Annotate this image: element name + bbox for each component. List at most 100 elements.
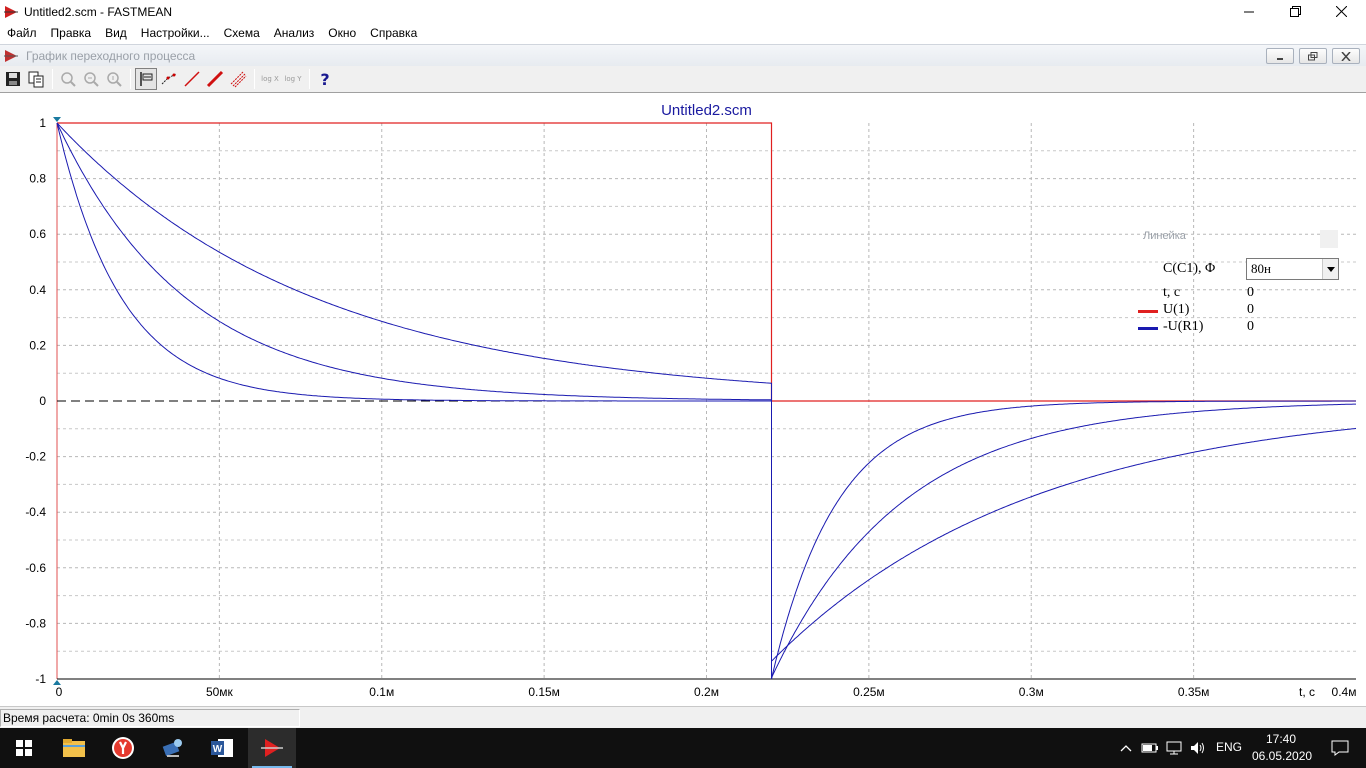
- y-tick-label: -0.8: [25, 616, 46, 630]
- speaker-icon: [1191, 742, 1204, 754]
- cursor-marker-top: [53, 117, 61, 122]
- save-button[interactable]: [2, 68, 24, 90]
- minimize-button[interactable]: [1226, 0, 1272, 23]
- x-tick-label: 0.3м: [1019, 685, 1044, 699]
- points-button[interactable]: [158, 68, 180, 90]
- window-title: Untitled2.scm - FASTMEAN: [24, 4, 173, 19]
- x-tick-label: 50мк: [206, 685, 234, 699]
- close-button[interactable]: [1318, 0, 1364, 23]
- menu-settings[interactable]: Настройки...: [134, 23, 217, 43]
- y-tick-label: 0: [39, 394, 46, 408]
- y-tick-label: -0.4: [25, 505, 46, 519]
- ruler-close-button[interactable]: [1320, 230, 1338, 248]
- menu-bar: Файл Правка Вид Настройки... Схема Анали…: [0, 23, 1366, 43]
- x-tick-label: 0.25м: [853, 685, 885, 699]
- param-value-select[interactable]: 80н: [1246, 258, 1339, 280]
- toolbar-separator: [52, 69, 53, 89]
- log-x-button[interactable]: log X: [259, 68, 281, 90]
- menu-scheme[interactable]: Схема: [217, 23, 267, 43]
- magnifier-icon: [61, 72, 76, 87]
- fastmean-app-icon: [261, 739, 283, 757]
- folder-icon: [63, 739, 85, 757]
- menu-help[interactable]: Справка: [363, 23, 424, 43]
- battery-icon: [1141, 743, 1158, 753]
- zoom-out-button[interactable]: [103, 68, 125, 90]
- help-button[interactable]: ?: [314, 68, 336, 90]
- toolbar-separator: [309, 69, 310, 89]
- fastmean-child-icon: [4, 49, 18, 62]
- x-tick-label: 0: [56, 685, 63, 699]
- menu-window[interactable]: Окно: [321, 23, 363, 43]
- menu-edit[interactable]: Правка: [44, 23, 99, 43]
- yandex-browser-button[interactable]: [99, 728, 147, 768]
- notifications-button[interactable]: [1316, 728, 1364, 768]
- tick-labels: 0 50мк 0.1м 0.15м 0.2м 0.25м 0.3м 0.35м 0.4м 1 0.8…: [25, 116, 1356, 699]
- language-indicator[interactable]: ENG: [1216, 740, 1242, 754]
- menu-file[interactable]: Файл: [0, 23, 44, 43]
- zoom-button[interactable]: [57, 68, 79, 90]
- x-tick-label: 0.35м: [1178, 685, 1210, 699]
- child-minimize-button[interactable]: [1266, 48, 1294, 64]
- close-icon: [1341, 51, 1351, 61]
- volume-tray-button[interactable]: [1186, 728, 1210, 768]
- ruler-title: Линейка: [1143, 230, 1186, 242]
- word-icon: W: [211, 739, 233, 757]
- ruler-button[interactable]: [135, 68, 157, 90]
- line-button[interactable]: [181, 68, 203, 90]
- word-button[interactable]: W: [198, 728, 246, 768]
- ruler-row-label: t, c: [1163, 285, 1181, 300]
- y-tick-label: -1: [35, 672, 46, 686]
- chevron-down-icon: [1322, 259, 1338, 279]
- x-tick-label: 0.4м: [1332, 685, 1357, 699]
- copy-icon: [28, 71, 44, 88]
- ruler-row-value: 0: [1247, 319, 1254, 334]
- network-app-button[interactable]: [149, 728, 197, 768]
- start-button[interactable]: [0, 728, 48, 768]
- ruler-icon: [140, 72, 153, 86]
- multi-line-button[interactable]: [227, 68, 249, 90]
- restore-icon: [1289, 6, 1301, 17]
- ruler-param-label: C(C1), Φ: [1163, 261, 1216, 276]
- clock-date[interactable]: 06.05.2020: [1252, 749, 1312, 763]
- y-tick-label: -0.6: [25, 561, 46, 575]
- child-restore-button[interactable]: [1299, 48, 1327, 64]
- restore-icon: [1308, 51, 1318, 60]
- network-tray-button[interactable]: [1162, 728, 1186, 768]
- x-axis-label: t, c: [1299, 685, 1315, 699]
- network-icon: [1166, 741, 1182, 755]
- battery-tray-button[interactable]: [1138, 728, 1162, 768]
- help-icon: ?: [320, 69, 330, 89]
- clock-time[interactable]: 17:40: [1266, 732, 1296, 746]
- svg-text:W: W: [213, 744, 223, 755]
- zoom-in-button[interactable]: [80, 68, 102, 90]
- restore-button[interactable]: [1272, 0, 1318, 23]
- graph-toolbar: log X log Y ?: [0, 66, 1366, 93]
- menu-analysis[interactable]: Анализ: [267, 23, 322, 43]
- tray-expand-button[interactable]: [1114, 728, 1138, 768]
- legend-swatch-ur1: [1138, 327, 1158, 330]
- log-y-label: log Y: [284, 75, 302, 83]
- multi-line-icon: [230, 71, 247, 88]
- ruler-row-value: 0: [1247, 302, 1254, 317]
- ruler-panel: Линейка C(C1), Φ 80н t, c 0 U(1) 0 -U(R1…: [1130, 224, 1340, 344]
- notification-icon: [1331, 740, 1349, 756]
- file-explorer-button[interactable]: [50, 728, 98, 768]
- param-value: 80н: [1251, 261, 1271, 276]
- fastmean-app-icon: [4, 5, 18, 18]
- ruler-row-label: -U(R1): [1163, 319, 1204, 334]
- thick-line-button[interactable]: [204, 68, 226, 90]
- close-icon: [1335, 6, 1347, 17]
- transient-chart[interactable]: 0 50мк 0.1м 0.15м 0.2м 0.25м 0.3м 0.35м 0.4м 1 0.8…: [0, 94, 1366, 706]
- plot-area[interactable]: 0 50мк 0.1м 0.15м 0.2м 0.25м 0.3м 0.35м 0.4м 1 0.8…: [0, 94, 1366, 706]
- minimize-icon: [1243, 11, 1254, 13]
- fastmean-taskbar-button[interactable]: [248, 728, 296, 768]
- zoom-in-icon: [84, 72, 99, 87]
- child-close-button[interactable]: [1332, 48, 1360, 64]
- log-y-button[interactable]: log Y: [282, 68, 304, 90]
- y-tick-label: 0.4: [29, 283, 46, 297]
- copy-button[interactable]: [25, 68, 47, 90]
- toolbar-separator: [130, 69, 131, 89]
- chart-title: Untitled2.scm: [661, 102, 752, 119]
- menu-view[interactable]: Вид: [98, 23, 134, 43]
- status-bar: Время расчета: 0min 0s 360ms: [0, 706, 1366, 728]
